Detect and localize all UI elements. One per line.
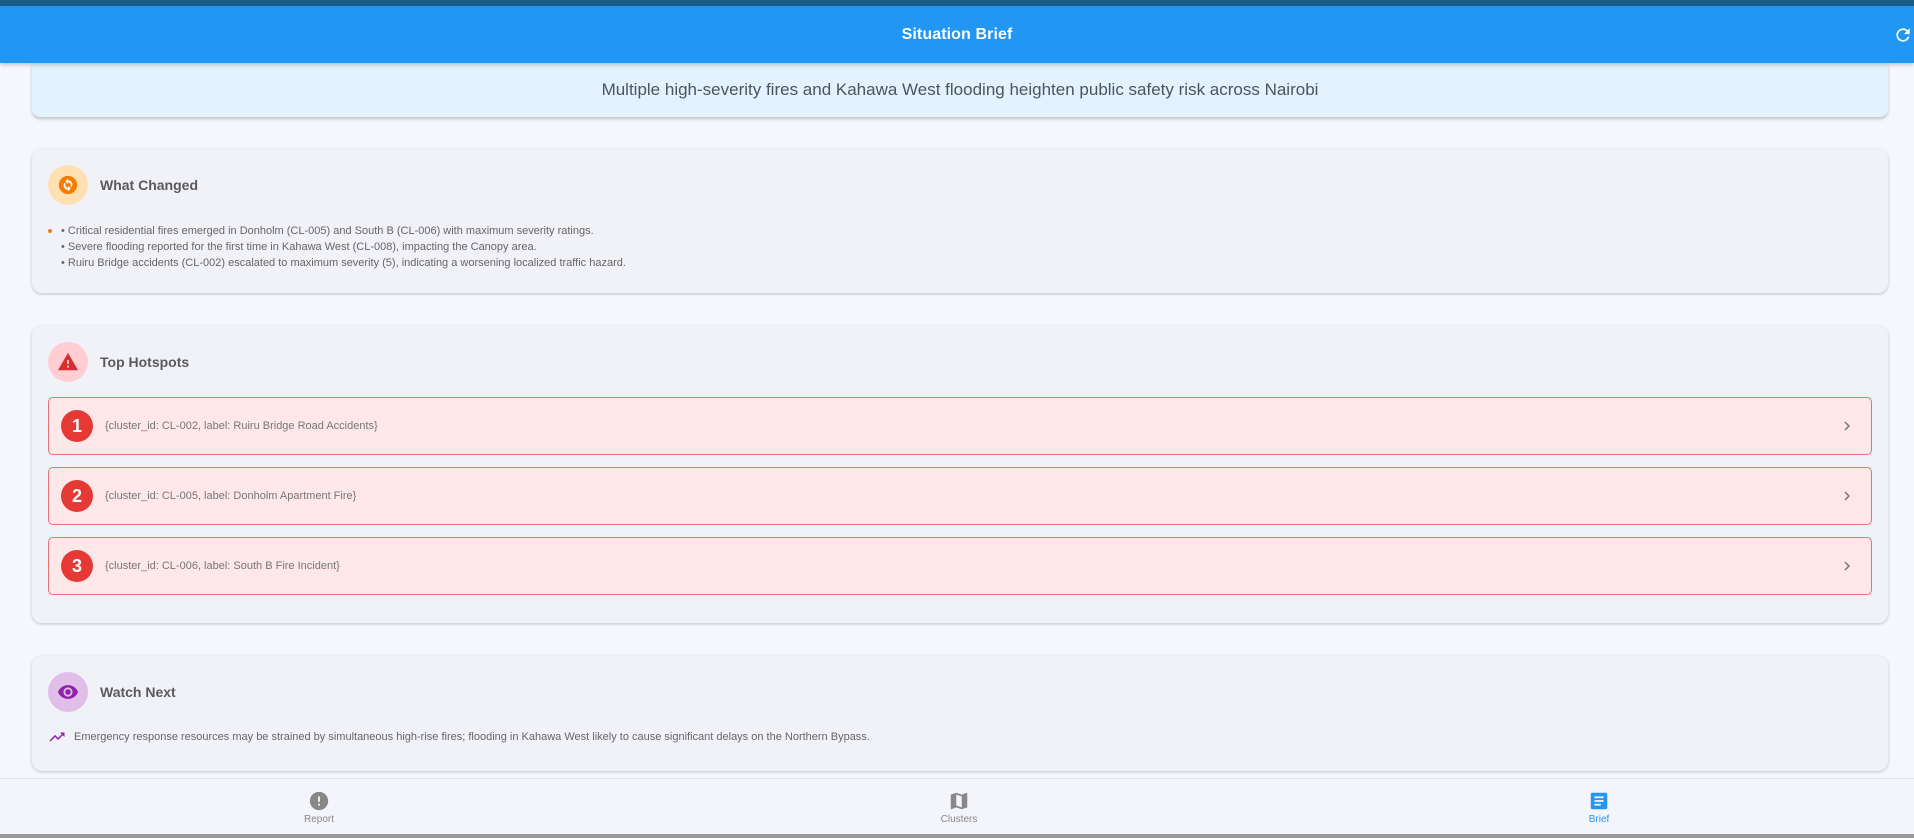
chevron-right-icon xyxy=(1827,406,1867,446)
chevron-right-icon xyxy=(1827,546,1867,586)
hotspot-item-2[interactable]: 2 {cluster_id: CL-005, label: Donholm Ap… xyxy=(48,467,1872,525)
nav-label-brief: Brief xyxy=(1588,814,1610,825)
change-text: • Ruiru Bridge accidents (CL-002) escala… xyxy=(61,257,626,269)
list-item: • Critical residential fires emerged in … xyxy=(48,223,626,239)
top-hotspots-icon-wrap xyxy=(48,342,88,382)
nav-label-report: Report xyxy=(303,814,334,825)
watch-next-text: Emergency response resources may be stra… xyxy=(74,731,870,743)
rank-badge: 1 xyxy=(61,410,93,442)
top-hotspots-header: Top Hotspots xyxy=(48,342,189,382)
nav-item-clusters[interactable]: Clusters xyxy=(914,779,1004,835)
list-item: • Severe flooding reported for the first… xyxy=(48,239,626,255)
nav-item-brief[interactable]: Brief xyxy=(1554,779,1644,835)
watch-next-title: Watch Next xyxy=(100,684,176,700)
top-hotspots-title: Top Hotspots xyxy=(100,354,190,370)
watch-next-icon-wrap xyxy=(48,672,88,712)
what-changed-icon-wrap xyxy=(48,165,88,205)
headline-card: Multiple high-severity fires and Kahawa … xyxy=(32,63,1888,117)
app-bar: Situation Brief xyxy=(0,6,1914,63)
what-changed-title: What Changed xyxy=(100,177,198,193)
alert-circle-icon xyxy=(307,789,331,813)
hotspot-label: {cluster_id: CL-005, label: Donholm Apar… xyxy=(105,490,357,502)
watch-next-card: Watch Next Emergency response resources … xyxy=(32,656,1888,771)
change-text: • Critical residential fires emerged in … xyxy=(61,225,594,237)
nav-label-clusters: Clusters xyxy=(940,814,978,825)
bottom-edge xyxy=(0,834,1914,838)
map-icon xyxy=(947,789,971,813)
top-hotspots-card: Top Hotspots 1 {cluster_id: CL-002, labe… xyxy=(32,326,1888,623)
eye-icon xyxy=(57,685,79,699)
bottom-nav: Report Clusters Brief xyxy=(0,778,1914,834)
article-icon xyxy=(1587,789,1611,813)
what-changed-list: • Critical residential fires emerged in … xyxy=(48,223,626,271)
trending-up-icon xyxy=(49,732,65,742)
nav-item-report[interactable]: Report xyxy=(274,779,364,835)
headline-text: Multiple high-severity fires and Kahawa … xyxy=(601,80,1319,99)
rank-badge: 2 xyxy=(61,480,93,512)
hotspot-label: {cluster_id: CL-006, label: South B Fire… xyxy=(105,560,340,572)
watch-next-item: Emergency response resources may be stra… xyxy=(48,728,870,746)
refresh-button[interactable] xyxy=(1892,24,1914,46)
watch-next-header: Watch Next xyxy=(48,672,176,712)
warning-icon xyxy=(57,352,79,371)
sync-icon xyxy=(58,175,78,195)
refresh-icon xyxy=(1896,28,1910,42)
chevron-right-icon xyxy=(1827,476,1867,516)
hotspot-label: {cluster_id: CL-002, label: Ruiru Bridge… xyxy=(105,420,378,432)
bullet-dot xyxy=(48,229,52,233)
page-title: Situation Brief xyxy=(901,25,1013,43)
what-changed-header: What Changed xyxy=(48,165,198,205)
list-item: • Ruiru Bridge accidents (CL-002) escala… xyxy=(48,255,626,271)
rank-badge: 3 xyxy=(61,550,93,582)
what-changed-card: What Changed • Critical residential fire… xyxy=(32,149,1888,293)
hotspot-item-1[interactable]: 1 {cluster_id: CL-002, label: Ruiru Brid… xyxy=(48,397,1872,455)
change-text: • Severe flooding reported for the first… xyxy=(61,241,537,253)
hotspot-item-3[interactable]: 3 {cluster_id: CL-006, label: South B Fi… xyxy=(48,537,1872,595)
